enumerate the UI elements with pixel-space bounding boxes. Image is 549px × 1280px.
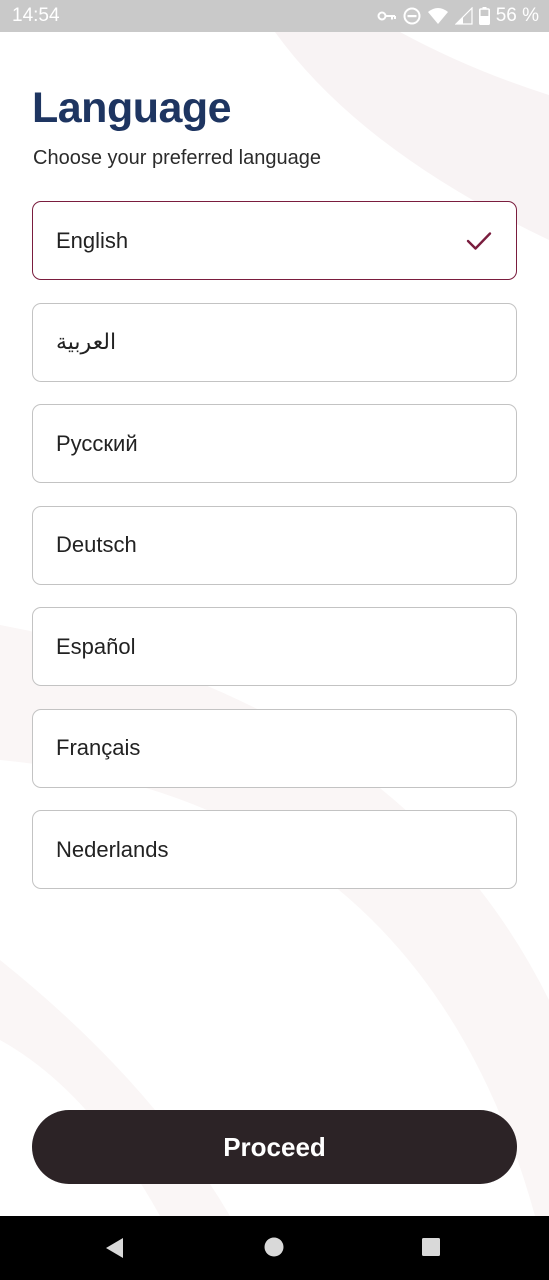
language-screen: Language Choose your preferred language … xyxy=(0,32,549,1216)
language-list: English العربية Русский Deutsch Español … xyxy=(32,201,517,912)
signal-icon xyxy=(454,7,473,25)
language-option-english[interactable]: English xyxy=(32,201,517,280)
recents-icon[interactable] xyxy=(421,1236,441,1258)
language-option-spanish[interactable]: Español xyxy=(32,607,517,686)
back-icon[interactable] xyxy=(103,1236,125,1260)
page-subtitle: Choose your preferred language xyxy=(33,147,321,169)
status-bar: 14:54 56 % xyxy=(0,0,549,32)
language-label: العربية xyxy=(56,329,117,354)
page-title: Language xyxy=(32,84,232,132)
proceed-button[interactable]: Proceed xyxy=(32,1110,517,1184)
language-option-dutch[interactable]: Nederlands xyxy=(32,810,517,889)
language-label: Русский xyxy=(56,430,138,456)
wifi-icon xyxy=(427,8,448,24)
language-option-french[interactable]: Français xyxy=(32,708,517,788)
home-icon[interactable] xyxy=(263,1236,285,1258)
language-label: Nederlands xyxy=(56,836,169,862)
do-not-disturb-icon xyxy=(403,7,421,25)
language-label: Español xyxy=(56,633,136,659)
language-option-german[interactable]: Deutsch xyxy=(32,505,517,585)
language-label: Deutsch xyxy=(56,532,137,557)
check-icon xyxy=(466,231,492,251)
language-option-russian[interactable]: Русский xyxy=(32,404,517,483)
status-time: 14:54 xyxy=(12,5,60,26)
language-option-arabic[interactable]: العربية xyxy=(32,302,517,382)
battery-icon xyxy=(478,7,490,25)
navigation-bar xyxy=(0,1216,549,1280)
vpn-key-icon xyxy=(377,11,396,21)
battery-percent: 56 % xyxy=(495,5,539,26)
status-icons: 56 % xyxy=(377,5,539,27)
language-label: Français xyxy=(56,735,141,760)
language-label: English xyxy=(56,227,129,253)
